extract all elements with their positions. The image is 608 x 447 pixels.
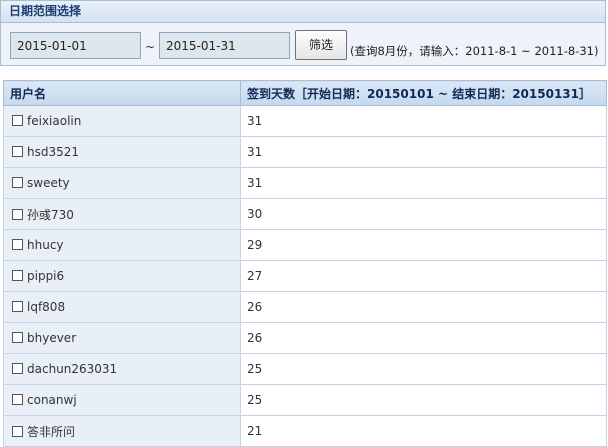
username-cell: hhucy (3, 229, 241, 261)
username-label: hhucy (27, 238, 64, 252)
username-cell: lqf808 (3, 291, 241, 323)
column-header-username: 用户名 (3, 80, 241, 106)
range-separator: ~ (145, 40, 156, 54)
checkin-days-cell: 30 (240, 198, 607, 230)
username-label: sweety (27, 176, 70, 190)
table-row: sweety 31 (3, 167, 607, 199)
checkin-table: 用户名 签到天数［开始日期：20150101 ~ 结束日期：20150131］ … (3, 80, 607, 447)
row-checkbox[interactable] (12, 177, 23, 188)
table-header-row: 用户名 签到天数［开始日期：20150101 ~ 结束日期：20150131］ (3, 80, 607, 106)
username-cell: hsd3521 (3, 136, 241, 168)
row-checkbox[interactable] (12, 332, 23, 343)
checkin-days-cell: 26 (240, 322, 607, 354)
username-cell: dachun263031 (3, 353, 241, 385)
username-cell: conanwj (3, 384, 241, 416)
username-label: 答非所问 (27, 424, 76, 439)
checkin-days-cell: 26 (240, 291, 607, 323)
checkin-days-cell: 29 (240, 229, 607, 261)
table-row: lqf808 26 (3, 291, 607, 323)
username-label: 孙彧730 (27, 207, 74, 222)
username-cell: pippi6 (3, 260, 241, 292)
username-label: bhyever (27, 331, 77, 345)
username-cell: 孙彧730 (3, 198, 241, 230)
row-checkbox[interactable] (12, 301, 23, 312)
checkin-days-cell: 31 (240, 105, 607, 137)
table-row: bhyever 26 (3, 322, 607, 354)
table-row: conanwj 25 (3, 384, 607, 416)
panel-title: 日期范围选择 (1, 1, 605, 23)
table-row: feixiaolin 31 (3, 105, 607, 137)
date-range-panel: 日期范围选择 ~ 筛选 (查询8月份，请输入：2011-8-1 ~ 2011-8… (0, 0, 606, 66)
column-header-checkin-days: 签到天数［开始日期：20150101 ~ 结束日期：20150131］ (240, 80, 607, 106)
checkin-days-cell: 31 (240, 167, 607, 199)
row-checkbox[interactable] (12, 425, 23, 437)
username-label: lqf808 (27, 300, 66, 314)
date-format-hint: (查询8月份，请输入：2011-8-1 ~ 2011-8-31) (350, 44, 599, 58)
username-cell: sweety (3, 167, 241, 199)
checkin-days-cell: 31 (240, 136, 607, 168)
checkin-days-cell: 27 (240, 260, 607, 292)
username-cell: bhyever (3, 322, 241, 354)
row-checkbox[interactable] (12, 363, 23, 374)
row-checkbox[interactable] (12, 270, 23, 281)
row-checkbox[interactable] (12, 115, 23, 126)
filter-button[interactable]: 筛选 (295, 30, 347, 60)
table-row: pippi6 27 (3, 260, 607, 292)
table-row: 孙彧730 30 (3, 198, 607, 230)
table-row: dachun263031 25 (3, 353, 607, 385)
username-label: hsd3521 (27, 145, 80, 159)
table-row: hhucy 29 (3, 229, 607, 261)
checkin-days-cell: 25 (240, 353, 607, 385)
table-body: feixiaolin 31 hsd3521 31 sweety 31 孙彧730 30 hhuc… (3, 105, 607, 447)
username-cell: feixiaolin (3, 105, 241, 137)
end-date-input[interactable] (159, 32, 290, 59)
table-row: hsd3521 31 (3, 136, 607, 168)
row-checkbox[interactable] (12, 208, 23, 220)
row-checkbox[interactable] (12, 146, 23, 157)
username-label: feixiaolin (27, 114, 82, 128)
username-label: dachun263031 (27, 362, 118, 376)
username-label: pippi6 (27, 269, 65, 283)
start-date-input[interactable] (10, 32, 141, 59)
row-checkbox[interactable] (12, 394, 23, 405)
username-label: conanwj (27, 393, 77, 407)
checkin-days-cell: 25 (240, 384, 607, 416)
row-checkbox[interactable] (12, 239, 23, 250)
